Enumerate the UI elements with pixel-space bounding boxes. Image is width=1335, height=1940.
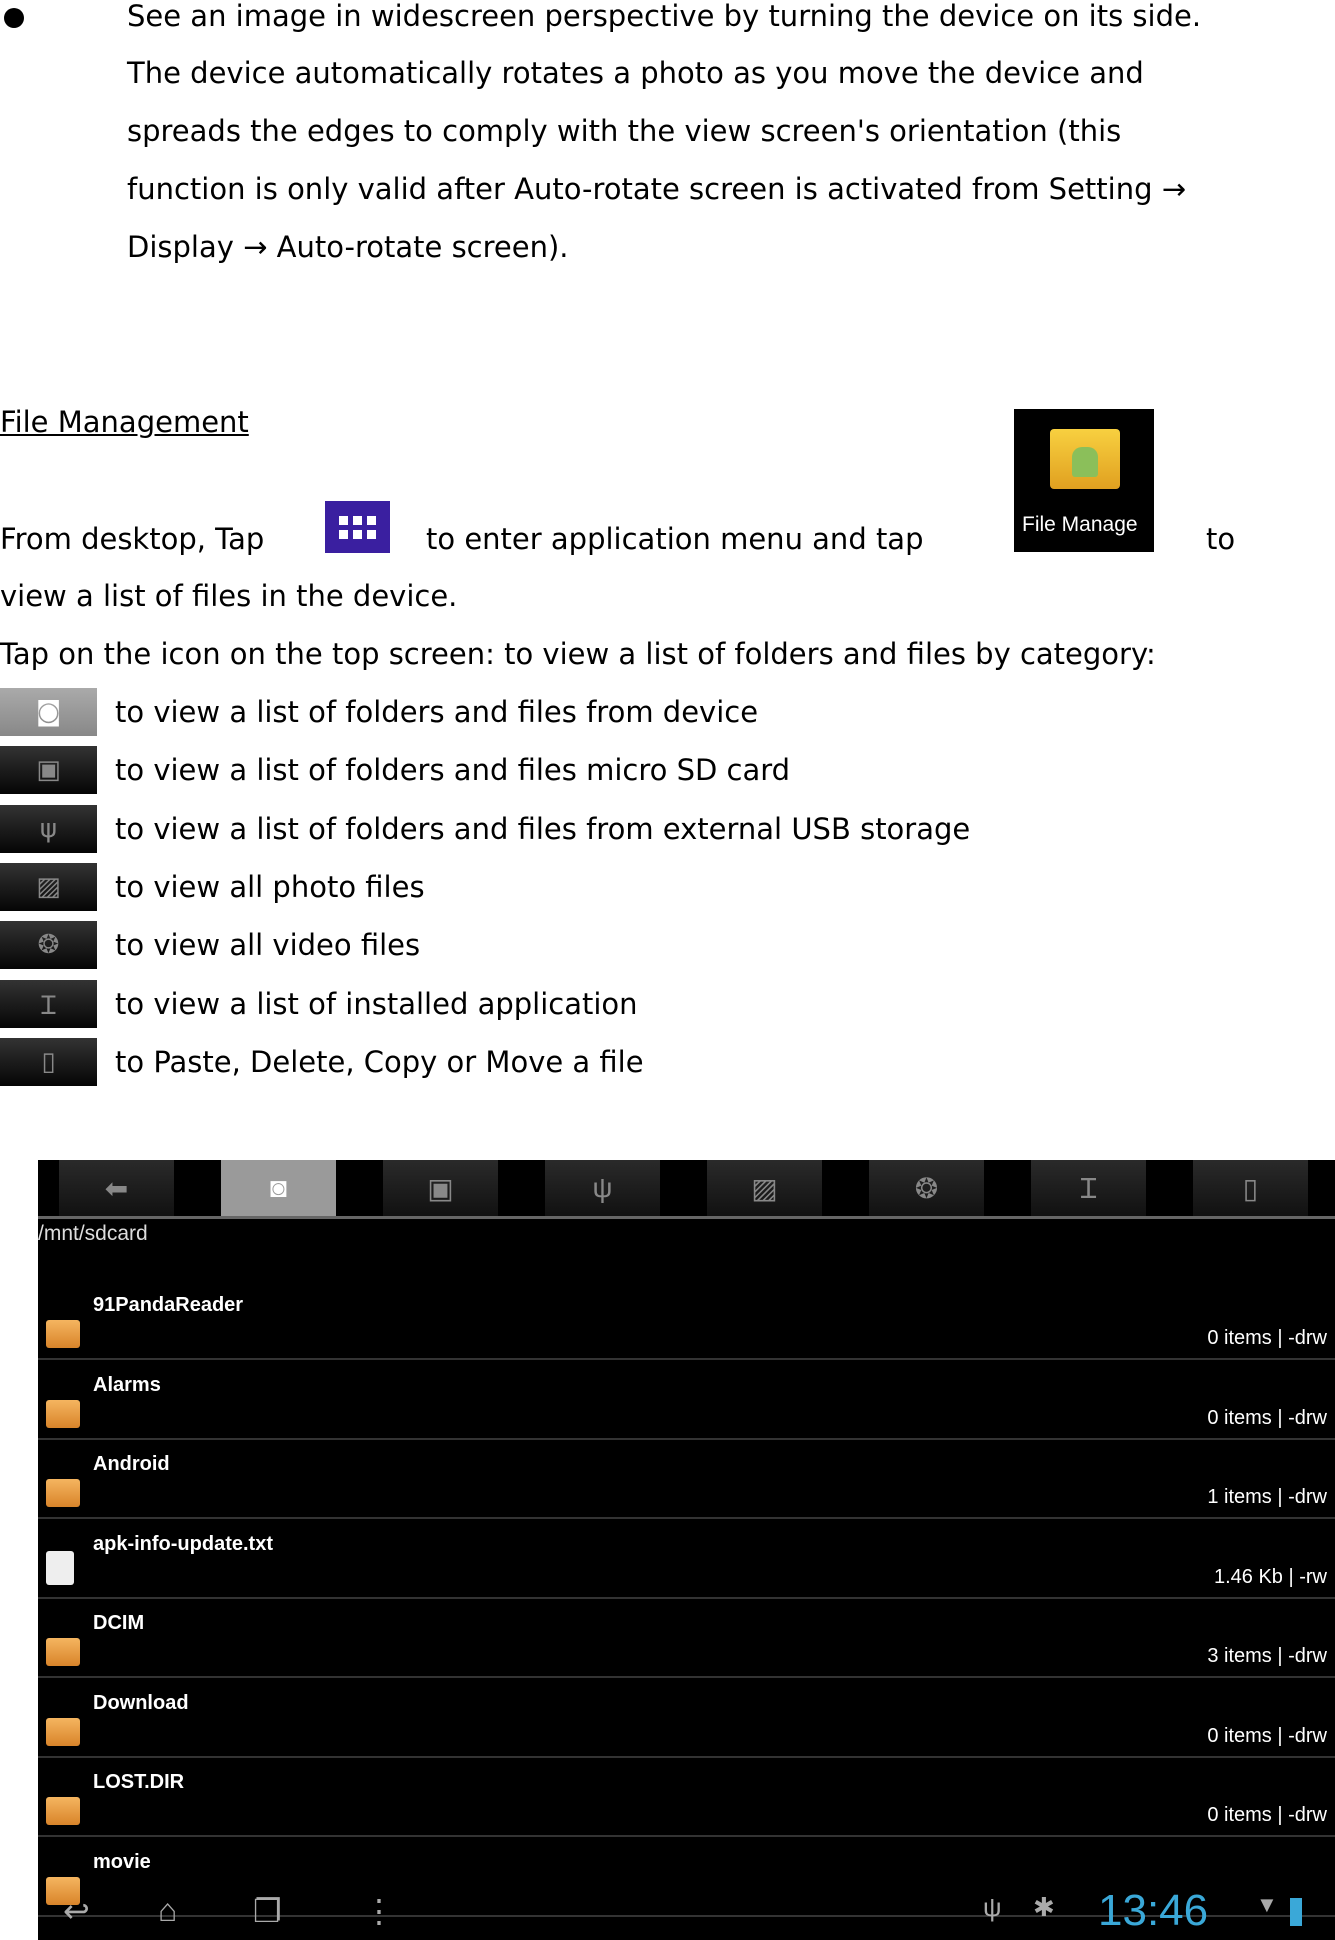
item-meta: 3 items | -drw <box>1207 1645 1327 1667</box>
intro-text: From desktop, Tap <box>0 522 265 556</box>
tab-video[interactable]: ❂ <box>869 1160 984 1216</box>
home-icon[interactable]: ⌂ <box>158 1892 177 1929</box>
menu-icon[interactable]: ⋮ <box>363 1892 395 1930</box>
file-icon <box>46 1550 74 1585</box>
item-name: Download <box>93 1691 189 1714</box>
folder-icon <box>46 1399 80 1428</box>
wrench-icon: Ɪ <box>1080 1173 1097 1204</box>
video-icon: ❂ <box>0 921 97 970</box>
file-icon: ▯ <box>1242 1172 1259 1204</box>
icon-description: to view a list of folders and files from… <box>115 695 759 729</box>
icon-description: to view a list of installed application <box>115 986 638 1021</box>
video-icon: ❂ <box>914 1172 939 1204</box>
item-name: Android <box>93 1453 170 1475</box>
tab-usb[interactable]: ψ <box>545 1160 660 1216</box>
icon-description: to view a list of folders and files micr… <box>115 753 791 788</box>
list-item[interactable]: apk-info-update.txt 1.46 Kb | -rw <box>38 1519 1335 1599</box>
bullet-line: Display → Auto-rotate screen). <box>127 230 569 264</box>
item-name: 91PandaReader <box>93 1294 244 1316</box>
item-name: Alarms <box>93 1373 161 1396</box>
intro-text: to <box>1206 522 1236 556</box>
icon-description: to view all photo files <box>115 869 425 904</box>
tab-device[interactable]: ◙ <box>221 1160 336 1216</box>
list-item[interactable]: Download 0 items | -drw <box>38 1678 1335 1758</box>
clock: 13:46 <box>1098 1886 1209 1935</box>
icon-description: to view all video files <box>115 928 421 963</box>
folder-icon <box>46 1717 80 1746</box>
list-item[interactable]: Android 1 items | -drw <box>38 1439 1335 1519</box>
list-item[interactable]: DCIM 3 items | -drw <box>38 1598 1335 1678</box>
folder-icon <box>46 1479 80 1507</box>
photo-icon: ▨ <box>751 1172 778 1204</box>
usb-status-icon: ψ <box>983 1892 1002 1922</box>
sd-card-icon: ▣ <box>427 1172 454 1204</box>
item-meta: 0 items | -drw <box>1207 1724 1327 1747</box>
app-icon-label: File Manage <box>1022 513 1138 536</box>
icon-description: to Paste, Delete, Copy or Move a file <box>115 1044 644 1079</box>
photo-icon: ▨ <box>0 862 97 911</box>
tab-photo[interactable]: ▨ <box>707 1160 822 1216</box>
apps-grid-icon <box>325 501 390 553</box>
tab-wrench[interactable]: Ɪ <box>1031 1160 1146 1216</box>
wrench-icon: Ɪ <box>0 979 97 1028</box>
intro-text: view a list of files in the device. <box>0 579 458 613</box>
section-title: File Management <box>0 405 249 439</box>
item-meta: 0 items | -drw <box>1207 1406 1327 1429</box>
file-icon: ▯ <box>0 1037 97 1086</box>
device-icon: ◙ <box>0 688 97 736</box>
tap-instruction: Tap on the icon on the top screen: to vi… <box>0 637 1156 671</box>
android-debug-icon: ✱ <box>1033 1892 1055 1922</box>
list-item[interactable]: Alarms 0 items | -drw <box>38 1360 1335 1440</box>
bullet-line: function is only valid after Auto-rotate… <box>127 172 1187 206</box>
bullet-line: See an image in widescreen perspective b… <box>127 0 1202 33</box>
item-name: apk-info-update.txt <box>93 1532 273 1555</box>
intro-text: to enter application menu and tap <box>426 522 924 556</box>
bullet-line: spreads the edges to comply with the vie… <box>127 114 1122 148</box>
list-item[interactable]: 91PandaReader 0 items | -drw <box>38 1280 1335 1360</box>
device-icon: ◙ <box>270 1172 287 1203</box>
folder-icon <box>46 1797 80 1825</box>
bullet-line: The device automatically rotates a photo… <box>127 56 1144 90</box>
item-name: movie <box>93 1850 151 1873</box>
tab-back[interactable]: ⬅ <box>59 1160 174 1216</box>
item-meta: 0 items | -drw <box>1207 1804 1327 1826</box>
folder-icon <box>46 1320 80 1348</box>
item-meta: 0 items | -drw <box>1207 1327 1327 1349</box>
back-icon[interactable]: ↩ <box>63 1892 90 1930</box>
battery-icon <box>1290 1898 1302 1926</box>
file-manager-screenshot: ⬅ ◙ ▣ ψ ▨ ❂ Ɪ ▯ /mnt/sdcard 91PandaReader 0 item… <box>38 1160 1335 1940</box>
folder-icon <box>46 1638 80 1666</box>
bullet-icon <box>4 8 24 28</box>
item-meta: 1.46 Kb | -rw <box>1213 1565 1327 1588</box>
tab-bar: ⬅ ◙ ▣ ψ ▨ ❂ Ɪ ▯ <box>38 1160 1335 1219</box>
system-nav-bar: ↩ ⌂ ❐ ⋮ ψ ✱ 13:46 ▼ <box>38 1884 1335 1940</box>
wifi-icon: ▼ <box>1256 1892 1278 1917</box>
item-name: DCIM <box>93 1612 145 1634</box>
current-path: /mnt/sdcard <box>38 1222 148 1245</box>
list-item[interactable]: LOST.DIR 0 items | -drw <box>38 1757 1335 1837</box>
recent-apps-icon[interactable]: ❐ <box>253 1892 282 1930</box>
file-manager-app-icon: File Manage <box>1014 409 1154 552</box>
tab-sd-card[interactable]: ▣ <box>383 1160 498 1216</box>
item-name: LOST.DIR <box>93 1771 185 1793</box>
sd-card-icon: ▣ <box>0 746 97 795</box>
back-icon: ⬅ <box>104 1172 129 1204</box>
tab-file[interactable]: ▯ <box>1193 1160 1308 1216</box>
usb-icon: ψ <box>592 1172 613 1203</box>
icon-description: to view a list of folders and files from… <box>115 811 971 846</box>
usb-icon: ψ <box>0 804 97 853</box>
item-meta: 1 items | -drw <box>1207 1486 1327 1508</box>
